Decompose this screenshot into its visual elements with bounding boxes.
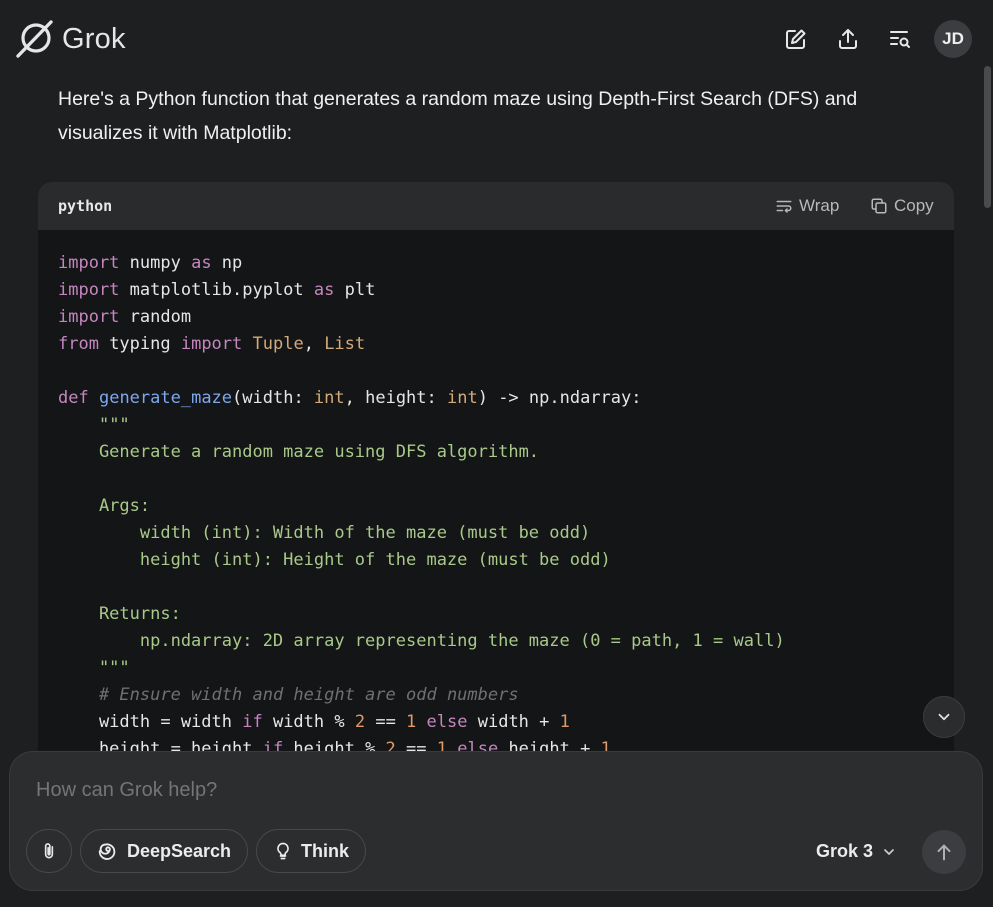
app-name: Grok — [62, 22, 126, 55]
code-line: Args: — [58, 496, 151, 516]
code-line: Returns: — [58, 604, 181, 624]
prompt-input[interactable] — [34, 778, 818, 803]
grok-logo[interactable]: Grok — [14, 18, 126, 60]
chevron-down-icon — [884, 848, 894, 855]
share-icon — [839, 29, 857, 49]
code-line: Generate a random maze using DFS algorit… — [58, 442, 540, 462]
code-line: """ — [98, 415, 130, 435]
share-button[interactable] — [831, 22, 865, 56]
wrap-icon — [776, 200, 792, 213]
code-line: height (int): Height of the maze (must b… — [58, 550, 611, 570]
history-search-button[interactable] — [883, 22, 917, 56]
code-line: from typing import Tuple, List — [58, 334, 366, 354]
copy-button[interactable]: Copy — [862, 191, 942, 221]
code-line: np.ndarray: 2D array representing the ma… — [58, 631, 785, 651]
history-search-icon — [890, 31, 910, 48]
deepsearch-button[interactable]: DeepSearch — [80, 829, 249, 873]
code-line: def generate_maze(width: int, height: in… — [58, 388, 642, 408]
chevron-down-icon — [938, 713, 950, 721]
lightbulb-icon — [277, 842, 289, 860]
scrollbar-thumb[interactable] — [984, 66, 991, 208]
copy-icon — [871, 198, 887, 214]
wrap-button[interactable]: Wrap — [767, 191, 847, 221]
code-language-label: python — [58, 197, 113, 215]
think-label: Think — [301, 840, 349, 861]
code-line: # Ensure width and height are odd number… — [98, 685, 519, 705]
code-line: """ — [58, 658, 130, 678]
attach-button[interactable] — [26, 829, 72, 873]
header: Grok JD — [0, 0, 993, 80]
avatar[interactable]: JD — [934, 20, 972, 58]
code-line: import matplotlib.pyplot as plt — [58, 280, 376, 300]
new-chat-button[interactable] — [779, 22, 813, 56]
code-line: width = width if width % 2 == 1 else wid… — [58, 712, 570, 732]
code-line: import random — [58, 307, 192, 327]
code-block: python Wrap Copy import numpy as np impor… — [38, 182, 954, 822]
arrow-up-icon — [937, 844, 951, 861]
page-scrollbar[interactable] — [982, 60, 993, 750]
code-block-header: python Wrap Copy — [38, 182, 954, 230]
composer: DeepSearch Think Grok 3 — [9, 751, 983, 891]
scroll-to-bottom-button[interactable] — [923, 696, 965, 738]
paperclip-icon — [44, 843, 54, 859]
deepsearch-label: DeepSearch — [127, 840, 232, 861]
think-button[interactable]: Think — [256, 829, 366, 873]
code-line: width (int): Width of the maze (must be … — [58, 523, 591, 543]
copy-label: Copy — [894, 196, 934, 215]
deepsearch-icon — [98, 843, 116, 860]
grok-logo-icon — [16, 20, 53, 58]
model-label: Grok 3 — [816, 841, 874, 861]
model-selector[interactable]: Grok 3 — [816, 841, 897, 862]
assistant-message: Here's a Python function that generates … — [58, 88, 858, 144]
wrap-label: Wrap — [799, 196, 840, 215]
bottom-background — [0, 891, 993, 907]
new-chat-icon — [786, 29, 806, 49]
code-content: import numpy as np import matplotlib.pypl… — [38, 230, 954, 763]
send-button[interactable] — [922, 830, 966, 874]
code-line: import numpy as np — [58, 253, 243, 273]
